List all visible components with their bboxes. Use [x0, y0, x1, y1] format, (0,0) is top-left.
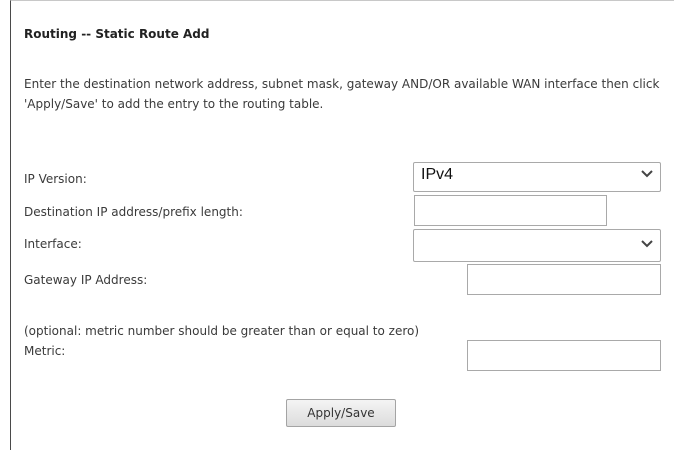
ip-version-value: IPv4	[421, 166, 454, 183]
chevron-down-icon	[641, 240, 653, 248]
interface-select[interactable]	[413, 229, 661, 262]
chevron-down-icon	[641, 170, 653, 178]
gateway-label: Gateway IP Address:	[24, 273, 148, 287]
gateway-ip-input[interactable]	[467, 264, 661, 295]
page-title: Routing -- Static Route Add	[24, 27, 210, 41]
metric-note: (optional: metric number should be great…	[24, 324, 420, 338]
destination-label: Destination IP address/prefix length:	[24, 205, 243, 219]
destination-input[interactable]	[414, 195, 607, 226]
interface-label: Interface:	[24, 237, 82, 251]
metric-label: Metric:	[24, 344, 66, 358]
apply-save-button[interactable]: Apply/Save	[286, 399, 396, 427]
metric-input[interactable]	[467, 340, 661, 371]
page-description: Enter the destination network address, s…	[24, 77, 660, 111]
ip-version-select[interactable]: IPv4	[413, 162, 661, 192]
ip-version-label: IP Version:	[24, 172, 87, 186]
